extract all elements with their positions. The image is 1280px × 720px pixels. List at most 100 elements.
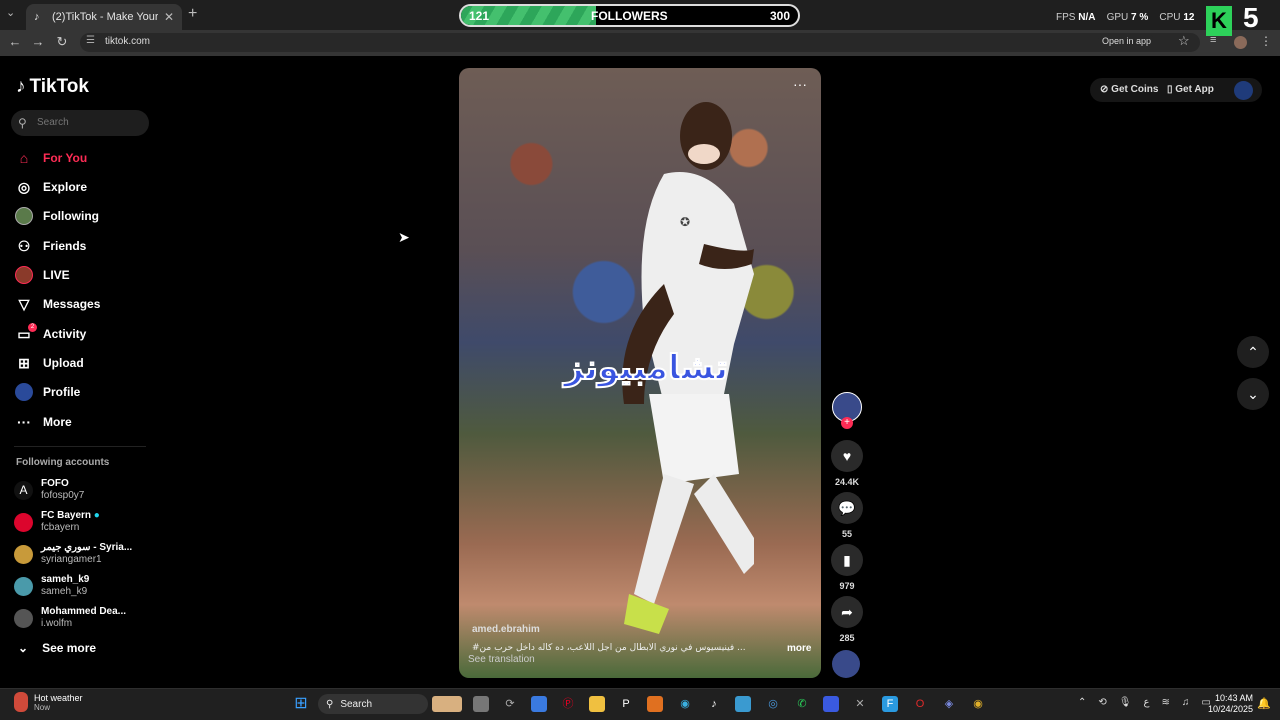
get-coins-button[interactable]: ⊘ Get Coins xyxy=(1100,84,1158,95)
svg-text:✪: ✪ xyxy=(680,215,690,229)
nav-upload[interactable]: ⊞ Upload xyxy=(14,352,84,374)
nav-more[interactable]: ··· More xyxy=(14,411,72,433)
more-dots-icon: ··· xyxy=(17,414,31,430)
nav-live[interactable]: LIVE xyxy=(14,264,70,286)
chrome-icon[interactable]: ◎ xyxy=(765,696,781,712)
microphone-icon[interactable]: 🎙 xyxy=(1119,697,1132,708)
widget-pencil-icon[interactable] xyxy=(432,696,462,712)
account-handle: fofosp0y7 xyxy=(41,490,85,501)
video-options-icon[interactable]: ··· xyxy=(793,76,807,92)
see-translation-link[interactable]: See translation xyxy=(468,654,535,665)
nav-explore[interactable]: ◎ Explore xyxy=(14,176,87,198)
store-icon[interactable] xyxy=(531,696,547,712)
like-button[interactable]: ♥ xyxy=(831,440,863,472)
app-icon[interactable] xyxy=(823,696,839,712)
input-language[interactable]: ع xyxy=(1143,697,1149,708)
app-icon[interactable]: ⟳ xyxy=(502,696,518,712)
bookmark-star-icon[interactable]: ☆ xyxy=(1178,33,1190,49)
app-icon[interactable]: P xyxy=(618,696,634,712)
chrome-icon[interactable]: ◉ xyxy=(970,696,986,712)
next-video-button[interactable]: ⌄ xyxy=(1237,378,1269,410)
edge-icon[interactable]: ◉ xyxy=(677,696,693,712)
video-caption: #فينيسيوس في نوري الأبطال من أجل اللاعب،… xyxy=(472,643,746,653)
app-icon[interactable] xyxy=(647,696,663,712)
nav-profile[interactable]: Profile xyxy=(14,381,80,403)
get-app-button[interactable]: ▯ Get App xyxy=(1167,84,1214,95)
close-tab-icon[interactable]: ✕ xyxy=(164,10,174,24)
level-number: 5 xyxy=(1243,2,1259,33)
taskbar-search[interactable]: ⚲ Search xyxy=(318,694,428,714)
search-icon: ⚲ xyxy=(326,698,334,710)
system-tray[interactable]: ⌃ ⟲ 🎙 ع ≋ ♫ ▭ xyxy=(1078,697,1211,708)
taskbar-clock[interactable]: 10:43 AM 10/24/2025 xyxy=(1208,693,1253,715)
tiktok-logo[interactable]: ♪ TikTok xyxy=(16,76,89,98)
opera-icon[interactable]: O xyxy=(912,696,928,712)
nav-friends[interactable]: ⚇ Friends xyxy=(14,235,87,257)
user-avatar[interactable] xyxy=(1234,81,1253,100)
following-account[interactable]: سوري جيمر - Syria... syriangamer1 xyxy=(14,542,132,566)
reload-icon[interactable]: ↻ xyxy=(53,34,71,50)
nav-label: LIVE xyxy=(43,268,70,282)
comment-button[interactable]: 💬 xyxy=(831,492,863,524)
open-in-app-button[interactable]: Open in app xyxy=(1098,35,1156,47)
previous-video-button[interactable]: ⌃ xyxy=(1237,336,1269,368)
file-explorer-icon[interactable] xyxy=(589,696,605,712)
browser-menu-icon[interactable]: ⋮ xyxy=(1260,34,1272,48)
like-count: 24.4K xyxy=(834,477,860,487)
weather-icon xyxy=(14,692,28,712)
tab-title: (2)TikTok - Make Your Day xyxy=(52,11,158,23)
see-more-button[interactable]: ⌄ See more xyxy=(18,641,96,655)
clock-date: 10/24/2025 xyxy=(1208,704,1254,714)
photos-icon[interactable] xyxy=(735,696,751,712)
nav-activity[interactable]: ▭ Activity xyxy=(14,323,86,345)
fps-value: N/A xyxy=(1078,12,1096,23)
nav-for-you[interactable]: ⌂ For You xyxy=(14,147,87,169)
discord-icon[interactable]: ◈ xyxy=(941,696,957,712)
weather-widget[interactable]: Hot weather Now xyxy=(14,692,83,712)
fps-label: FPS xyxy=(1056,12,1076,23)
omnibox[interactable] xyxy=(80,33,1200,52)
performance-overlay: FPS N/A GPU 7 % CPU 12 xyxy=(1056,12,1194,23)
whatsapp-icon[interactable]: ✆ xyxy=(794,696,810,712)
notification-bell-icon[interactable]: 🔔 xyxy=(1256,696,1272,712)
wifi-icon[interactable]: ≋ xyxy=(1161,697,1169,708)
forward-icon[interactable]: → xyxy=(29,34,47,49)
tiktok-app-icon[interactable]: ♪ xyxy=(706,696,722,712)
nav-label: Messages xyxy=(43,297,101,311)
live-icon xyxy=(14,265,34,285)
nav-messages[interactable]: ▽ Messages xyxy=(14,293,101,315)
volume-icon[interactable]: ♫ xyxy=(1182,697,1190,708)
followers-label: FOLLOWERS xyxy=(591,9,668,23)
browser-profile-avatar[interactable] xyxy=(1234,36,1247,49)
paper-plane-icon: ▽ xyxy=(18,295,30,312)
url-text[interactable]: tiktok.com xyxy=(105,36,150,47)
tray-chevron-up-icon[interactable]: ⌃ xyxy=(1078,697,1086,708)
app-icon[interactable]: F xyxy=(882,696,898,712)
following-account[interactable]: A FOFO fofosp0y7 xyxy=(14,478,84,502)
following-account[interactable]: Mohammed Dea... i.wolfm xyxy=(14,606,126,630)
search-input[interactable] xyxy=(37,117,137,128)
share-button[interactable]: ➦ xyxy=(831,596,863,628)
sync-icon[interactable]: ⟲ xyxy=(1098,697,1106,708)
browser-tab[interactable]: ♪ (2)TikTok - Make Your Day ✕ xyxy=(26,4,182,30)
music-disc-avatar[interactable] xyxy=(832,650,860,678)
video-author[interactable]: amed.ebrahim xyxy=(472,624,540,635)
following-account[interactable]: FC Bayern ● fcbayern xyxy=(14,510,100,534)
tab-search-icon[interactable]: ⌄ xyxy=(6,6,15,19)
caption-more-button[interactable]: more xyxy=(787,643,811,654)
clock-time: 10:43 AM xyxy=(1215,693,1254,703)
new-tab-icon[interactable]: + xyxy=(188,5,197,23)
bookmark-button[interactable]: ▮ xyxy=(831,544,863,576)
task-view-icon[interactable] xyxy=(473,696,489,712)
follow-plus-icon[interactable]: + xyxy=(841,417,853,429)
pinterest-icon[interactable]: Ⓟ xyxy=(560,696,576,712)
back-icon[interactable]: ← xyxy=(6,34,24,49)
app-icon[interactable]: ✕ xyxy=(852,696,868,712)
video-player[interactable]: ✪ تشامبيونز ··· amed.ebrahim #فينيسيوس ف… xyxy=(459,68,821,678)
weather-sub: Now xyxy=(34,702,51,712)
following-account[interactable]: sameh_k9 sameh_k9 xyxy=(14,574,89,598)
site-info-icon[interactable]: ☰ xyxy=(86,35,95,46)
account-avatar xyxy=(14,512,33,532)
windows-start-icon[interactable]: ⊞ xyxy=(293,696,309,712)
nav-following[interactable]: Following xyxy=(14,205,99,227)
